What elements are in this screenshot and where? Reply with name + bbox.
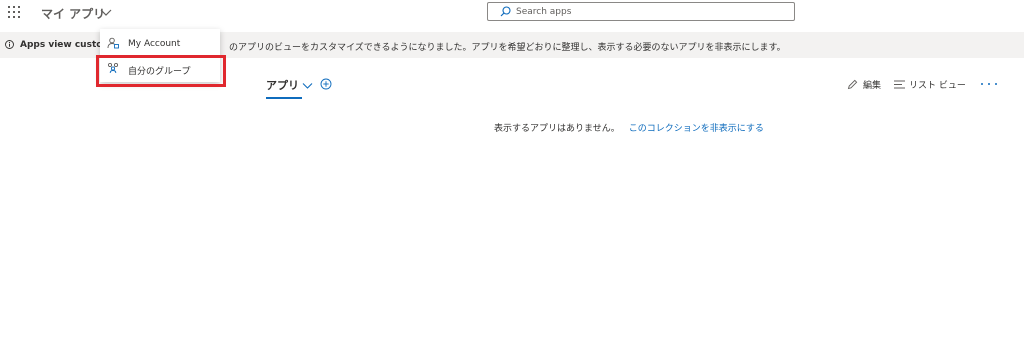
- people-group-icon: [107, 62, 119, 74]
- person-account-icon: [107, 37, 119, 49]
- menu-item-label: My Account: [128, 39, 181, 49]
- menu-item-my-account[interactable]: My Account: [100, 31, 220, 56]
- more-options-icon[interactable]: [980, 82, 998, 88]
- empty-state: 表示するアプリはありません。 このコレクションを非表示にする: [494, 121, 764, 134]
- info-icon: [5, 40, 14, 49]
- chevron-down-icon[interactable]: [99, 5, 113, 19]
- search-icon: [500, 6, 511, 17]
- app-title[interactable]: マイ アプリ: [41, 5, 105, 22]
- edit-label: 編集: [863, 81, 882, 91]
- search-input[interactable]: [516, 4, 786, 19]
- empty-message: 表示するアプリはありません。: [494, 124, 620, 134]
- banner-title: Apps view custom: [20, 40, 112, 50]
- app-launcher-icon[interactable]: [8, 6, 20, 18]
- app-switcher-menu: My Account 自分のグループ: [100, 29, 220, 82]
- menu-item-label: 自分のグループ: [128, 67, 191, 77]
- add-collection-icon[interactable]: [320, 78, 332, 90]
- list-view-label: リスト ビュー: [909, 81, 966, 91]
- hide-collection-link[interactable]: このコレクションを非表示にする: [629, 124, 764, 134]
- tab-selected-indicator: [266, 97, 302, 99]
- menu-item-my-groups[interactable]: 自分のグループ: [100, 56, 220, 81]
- search-box[interactable]: [487, 2, 795, 21]
- top-bar: マイ アプリ: [0, 0, 1024, 26]
- list-icon: [894, 80, 905, 89]
- banner-text: のアプリのビューをカスタマイズできるようになりました。アプリを希望どおりに整理し…: [229, 43, 786, 53]
- chevron-down-icon[interactable]: [301, 79, 314, 92]
- pencil-icon: [847, 79, 858, 90]
- tab-apps[interactable]: アプリ: [266, 77, 299, 93]
